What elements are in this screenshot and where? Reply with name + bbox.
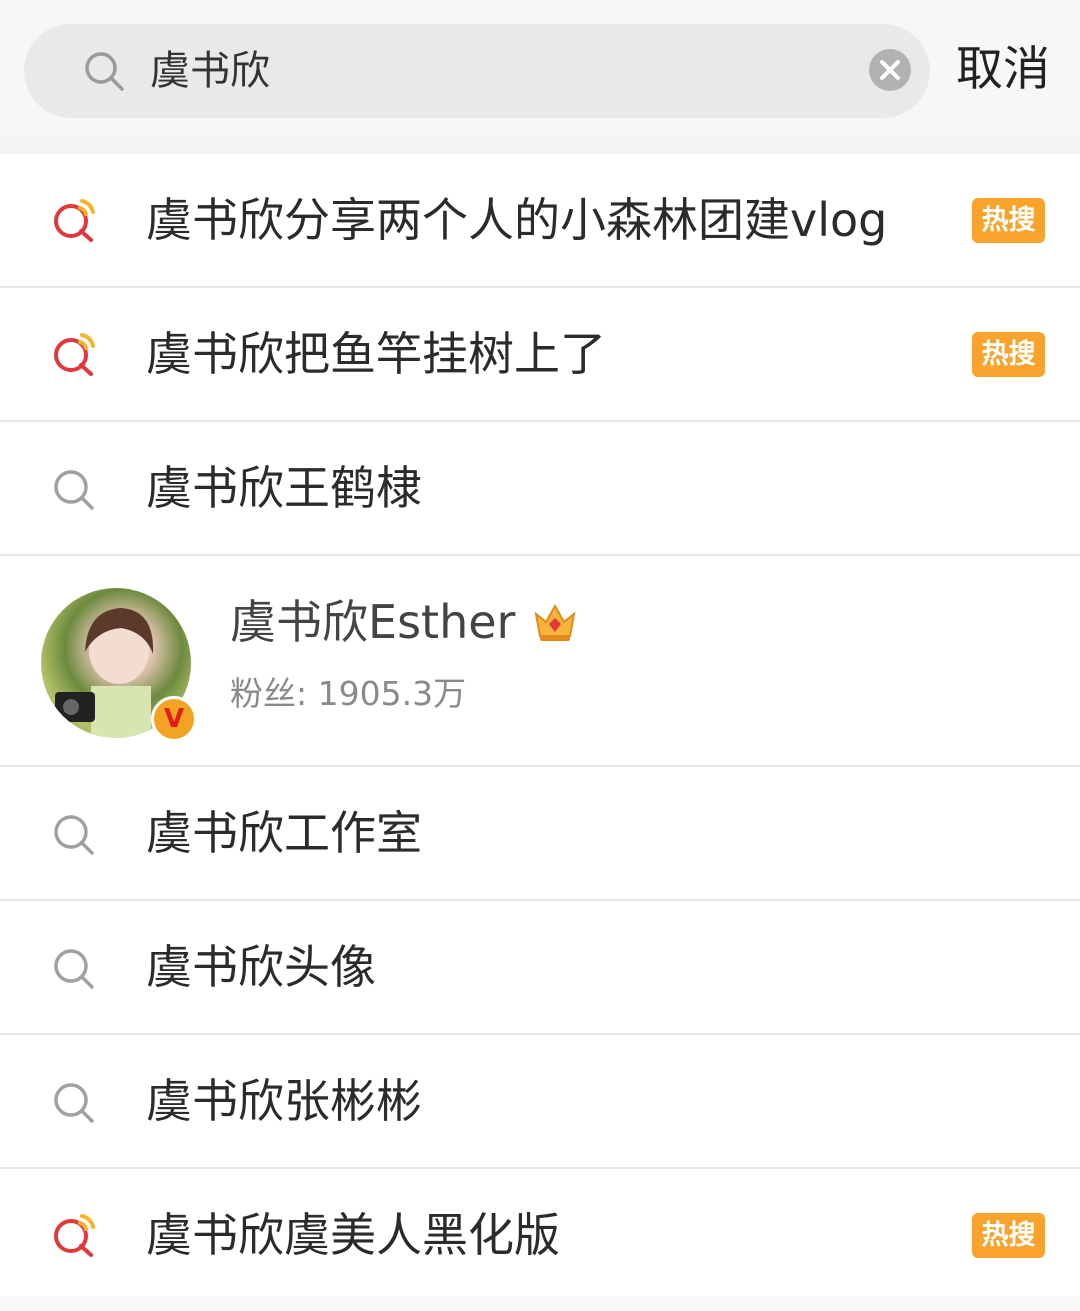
cancel-button[interactable]: 取消 [956, 40, 1050, 100]
suggestion-text: 虞书欣工作室 [146, 806, 422, 860]
search-icon [85, 52, 124, 91]
hot-search-icon [54, 333, 95, 376]
search-icon [54, 815, 94, 855]
suggestion-item[interactable]: 虞书欣分享两个人的小森林团建vlog 热搜 [0, 154, 1080, 288]
crown-icon [534, 603, 576, 641]
suggestion-item[interactable]: 虞书欣王鹤棣 [0, 422, 1080, 556]
suggestion-text: 虞书欣头像 [146, 940, 376, 994]
clear-icon[interactable] [869, 49, 911, 91]
suggestion-item[interactable]: 虞书欣虞美人黑化版 热搜 [0, 1169, 1080, 1303]
bottom-edge [0, 1296, 1080, 1311]
search-icon [54, 470, 94, 510]
suggestion-item[interactable]: 虞书欣把鱼竿挂树上了 热搜 [0, 288, 1080, 422]
suggestion-text: 虞书欣分享两个人的小森林团建vlog [146, 193, 888, 247]
suggestion-item[interactable]: 虞书欣工作室 [0, 767, 1080, 901]
search-input[interactable]: 虞书欣 [24, 24, 930, 118]
suggestion-text: 虞书欣虞美人黑化版 [146, 1208, 560, 1262]
hot-badge: 热搜 [972, 1213, 1045, 1258]
suggestion-text: 虞书欣张彬彬 [146, 1074, 422, 1128]
fans-count: 粉丝: 1905.3万 [230, 674, 467, 713]
hot-badge: 热搜 [972, 332, 1045, 377]
user-result[interactable]: V 虞书欣Esther 粉丝: 1905.3万 [0, 556, 1080, 767]
suggestion-text: 虞书欣把鱼竿挂树上了 [146, 327, 606, 381]
suggestion-text: 虞书欣王鹤棣 [146, 461, 422, 515]
hot-search-icon [54, 199, 95, 242]
search-query-text[interactable]: 虞书欣 [150, 45, 270, 97]
divider [0, 136, 1080, 154]
search-header: 虞书欣 取消 [0, 0, 1080, 136]
search-icon [54, 949, 94, 989]
verified-badge-icon: V [151, 696, 197, 742]
search-icon [54, 1083, 94, 1123]
user-name: 虞书欣Esther [230, 595, 516, 649]
suggestion-item[interactable]: 虞书欣头像 [0, 901, 1080, 1035]
hot-badge: 热搜 [972, 198, 1045, 243]
hot-search-icon [54, 1214, 95, 1257]
suggestion-list: 虞书欣分享两个人的小森林团建vlog 热搜 虞书欣把鱼竿挂树上了 热搜 虞书欣王… [0, 154, 1080, 1303]
suggestion-item[interactable]: 虞书欣张彬彬 [0, 1035, 1080, 1169]
